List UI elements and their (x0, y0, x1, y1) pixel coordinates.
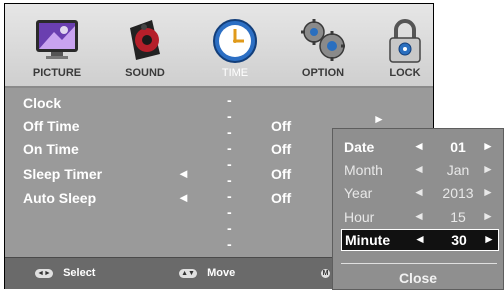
menu-item-value: Off (271, 190, 292, 206)
menu-item-label: Clock (23, 95, 62, 111)
right-arrow-icon[interactable]: ► (483, 232, 495, 246)
left-right-keys-icon: ◄► (35, 268, 53, 278)
hint-label: Move (207, 267, 236, 279)
padlock-icon (385, 18, 425, 69)
row-label: Minute (345, 232, 391, 248)
row-label: Date (344, 139, 375, 155)
row-value: 15 (450, 209, 466, 225)
menu-item-sleep-timer[interactable]: Sleep Timer ◄ Off (23, 166, 291, 188)
tab-sound[interactable]: SOUND (105, 4, 185, 86)
tab-time[interactable]: TIME (195, 4, 275, 86)
tab-label: PICTURE (32, 67, 82, 79)
clock-icon (211, 18, 259, 71)
dialog-row-date[interactable]: Date ◄ 01 ► (333, 137, 503, 159)
row-label: Month (344, 162, 383, 178)
hint-label: Select (63, 267, 96, 279)
left-arrow-icon[interactable]: ◄ (413, 185, 425, 199)
right-arrow-icon[interactable]: ► (482, 185, 494, 199)
menu-item-value: Off (271, 141, 292, 157)
tab-picture[interactable]: PICTURE (17, 4, 97, 86)
menu-item-off-time[interactable]: Off Time Off (23, 118, 291, 140)
clock-value: -- -- -- -- -- (227, 92, 233, 252)
monitor-icon (34, 18, 80, 67)
left-arrow-icon[interactable]: ◄ (413, 139, 425, 153)
menu-item-auto-sleep[interactable]: Auto Sleep ◄ Off (23, 190, 291, 212)
right-arrow-icon[interactable]: ► (482, 139, 494, 153)
row-label: Year (344, 185, 373, 201)
dialog-row-minute[interactable]: Minute ◄ 30 ► (341, 229, 499, 251)
menu-item-clock[interactable]: Clock -- -- -- -- -- (23, 92, 232, 252)
right-arrow-icon[interactable]: ► (482, 209, 494, 223)
menu-item-value: Off (271, 118, 292, 134)
tab-option[interactable]: OPTION (283, 4, 363, 86)
left-arrow-icon[interactable]: ◄ (177, 166, 190, 181)
left-arrow-icon[interactable]: ◄ (177, 190, 190, 205)
menu-item-label: On Time (23, 141, 79, 157)
menu-key-icon: M (321, 268, 330, 278)
clock-set-dialog: Date ◄ 01 ► Month ◄ Jan ► Year ◄ 2013 ► … (332, 128, 504, 290)
right-arrow-icon[interactable]: ► (482, 162, 494, 176)
left-arrow-icon[interactable]: ◄ (413, 162, 425, 176)
row-value: Jan (446, 162, 470, 178)
speaker-icon (122, 18, 168, 67)
tab-label: TIME (221, 67, 249, 79)
menu-item-label: Off Time (23, 118, 80, 134)
tab-lock[interactable]: LOCK (365, 4, 445, 86)
row-value: 2013 (442, 185, 474, 201)
up-down-keys-icon: ▲▼ (179, 268, 197, 278)
dialog-row-month[interactable]: Month ◄ Jan ► (333, 160, 503, 182)
row-value: 30 (451, 232, 467, 248)
category-tab-bar: PICTURE SOUND TIME OPTION LOCK (5, 4, 433, 88)
dialog-divider (341, 263, 497, 264)
hint-select: ◄► Select (35, 267, 95, 279)
dialog-row-hour[interactable]: Hour ◄ 15 ► (333, 207, 503, 229)
gears-icon (299, 18, 347, 67)
dialog-row-year[interactable]: Year ◄ 2013 ► (333, 183, 503, 205)
left-arrow-icon[interactable]: ◄ (414, 232, 426, 246)
menu-item-label: Sleep Timer (23, 166, 103, 182)
hint-move: ▲▼ Move (179, 267, 235, 279)
row-label: Hour (344, 209, 375, 225)
tab-label: OPTION (301, 67, 345, 79)
tab-label: LOCK (389, 67, 421, 79)
menu-item-label: Auto Sleep (23, 190, 97, 206)
menu-item-on-time[interactable]: On Time Off (23, 141, 291, 163)
right-arrow-icon: ► (373, 112, 385, 126)
tab-label: SOUND (125, 67, 165, 79)
left-arrow-icon[interactable]: ◄ (413, 209, 425, 223)
menu-item-value: Off (271, 166, 292, 182)
close-button[interactable]: Close (333, 267, 503, 289)
hint-menu: M (321, 267, 331, 279)
row-value: 01 (450, 139, 466, 155)
